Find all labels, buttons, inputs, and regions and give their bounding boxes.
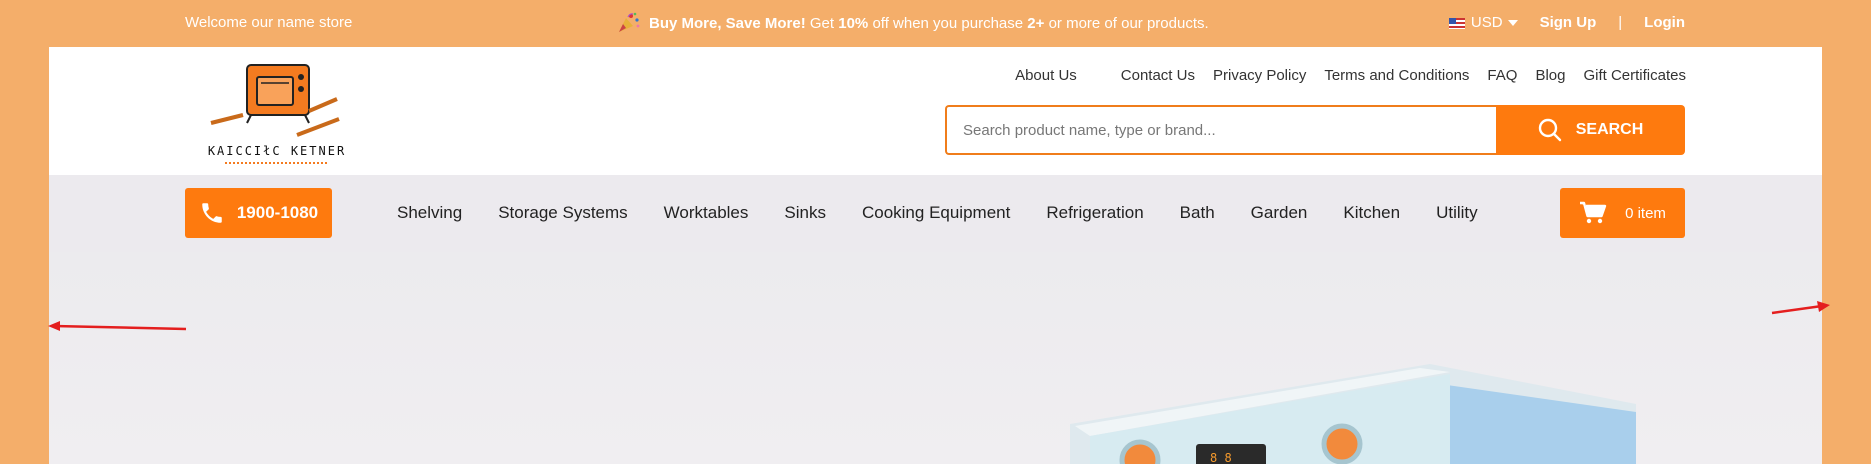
hero-oven-image: 8 8 <box>1070 364 1636 464</box>
cart-icon <box>1580 201 1607 224</box>
search-icon <box>1538 118 1561 142</box>
faq-link[interactable]: FAQ <box>1487 67 1517 84</box>
header: KAICCIłC KETNER About Us Contact Us Priv… <box>49 47 1822 175</box>
blog-link[interactable]: Blog <box>1535 67 1565 84</box>
search-button-label: SEARCH <box>1575 121 1644 138</box>
category-navbar: 1900-1080 Shelving Storage Systems Workt… <box>49 175 1822 252</box>
contact-us-link[interactable]: Contact Us <box>1121 67 1195 84</box>
phone-button[interactable]: 1900-1080 <box>185 188 332 238</box>
promo-get: Get <box>809 14 835 32</box>
privacy-policy-link[interactable]: Privacy Policy <box>1213 67 1306 84</box>
category-nav: Shelving Storage Systems Worktables Sink… <box>397 203 1478 223</box>
promo-end: or more of our products. <box>1048 14 1209 32</box>
nav-item-shelving[interactable]: Shelving <box>397 203 462 223</box>
promo-qty: 2+ <box>1027 14 1045 32</box>
sign-up-link[interactable]: Sign Up <box>1540 14 1597 31</box>
logo-wordmark: KAICCIłC KETNER <box>208 144 346 158</box>
nav-item-worktables[interactable]: Worktables <box>664 203 749 223</box>
cart-count: 0 item <box>1625 204 1666 222</box>
currency-label: USD <box>1470 14 1503 31</box>
caret-down-icon <box>1507 20 1518 27</box>
promo-mid: off when you purchase <box>872 14 1024 32</box>
nav-item-bath[interactable]: Bath <box>1180 203 1215 223</box>
nav-item-garden[interactable]: Garden <box>1251 203 1308 223</box>
phone-icon <box>202 203 222 223</box>
svg-text:8 8: 8 8 <box>1210 451 1232 464</box>
party-popper-icon <box>619 12 640 32</box>
cart-button[interactable]: 0 item <box>1560 188 1685 238</box>
nav-item-kitchen[interactable]: Kitchen <box>1343 203 1400 223</box>
nav-item-refrigeration[interactable]: Refrigeration <box>1046 203 1143 223</box>
login-link[interactable]: Login <box>1644 14 1685 31</box>
search-input[interactable] <box>945 105 1496 155</box>
header-links: About Us Contact Us Privacy Policy Terms… <box>997 67 1686 84</box>
search-bar: SEARCH <box>945 105 1685 155</box>
nav-item-cooking-equipment[interactable]: Cooking Equipment <box>862 203 1010 223</box>
nav-item-storage-systems[interactable]: Storage Systems <box>498 203 627 223</box>
terms-link[interactable]: Terms and Conditions <box>1324 67 1469 84</box>
promo-percent: 10% <box>838 14 869 32</box>
store-logo[interactable]: KAICCIłC KETNER <box>197 59 357 169</box>
separator: | <box>1618 14 1623 31</box>
account-links: USD Sign Up | Login <box>1448 14 1685 31</box>
slider-prev-arrow-icon[interactable] <box>48 318 188 338</box>
top-bar: Welcome our name store Buy More, Save Mo… <box>0 0 1871 47</box>
nav-item-sinks[interactable]: Sinks <box>784 203 826 223</box>
promo-banner: Buy More, Save More! Get 10% off when yo… <box>617 12 1209 34</box>
search-button[interactable]: SEARCH <box>1496 105 1685 155</box>
promo-headline: Buy More, Save More! <box>649 14 806 32</box>
slider-next-arrow-icon[interactable] <box>1770 300 1830 320</box>
nav-item-utility[interactable]: Utility <box>1436 203 1478 223</box>
gift-certificates-link[interactable]: Gift Certificates <box>1583 67 1686 84</box>
us-flag-icon <box>1448 17 1465 29</box>
about-us-link[interactable]: About Us <box>1015 67 1077 84</box>
phone-number: 1900-1080 <box>236 203 319 222</box>
currency-selector[interactable]: USD <box>1448 14 1518 31</box>
welcome-text: Welcome our name store <box>185 14 353 31</box>
